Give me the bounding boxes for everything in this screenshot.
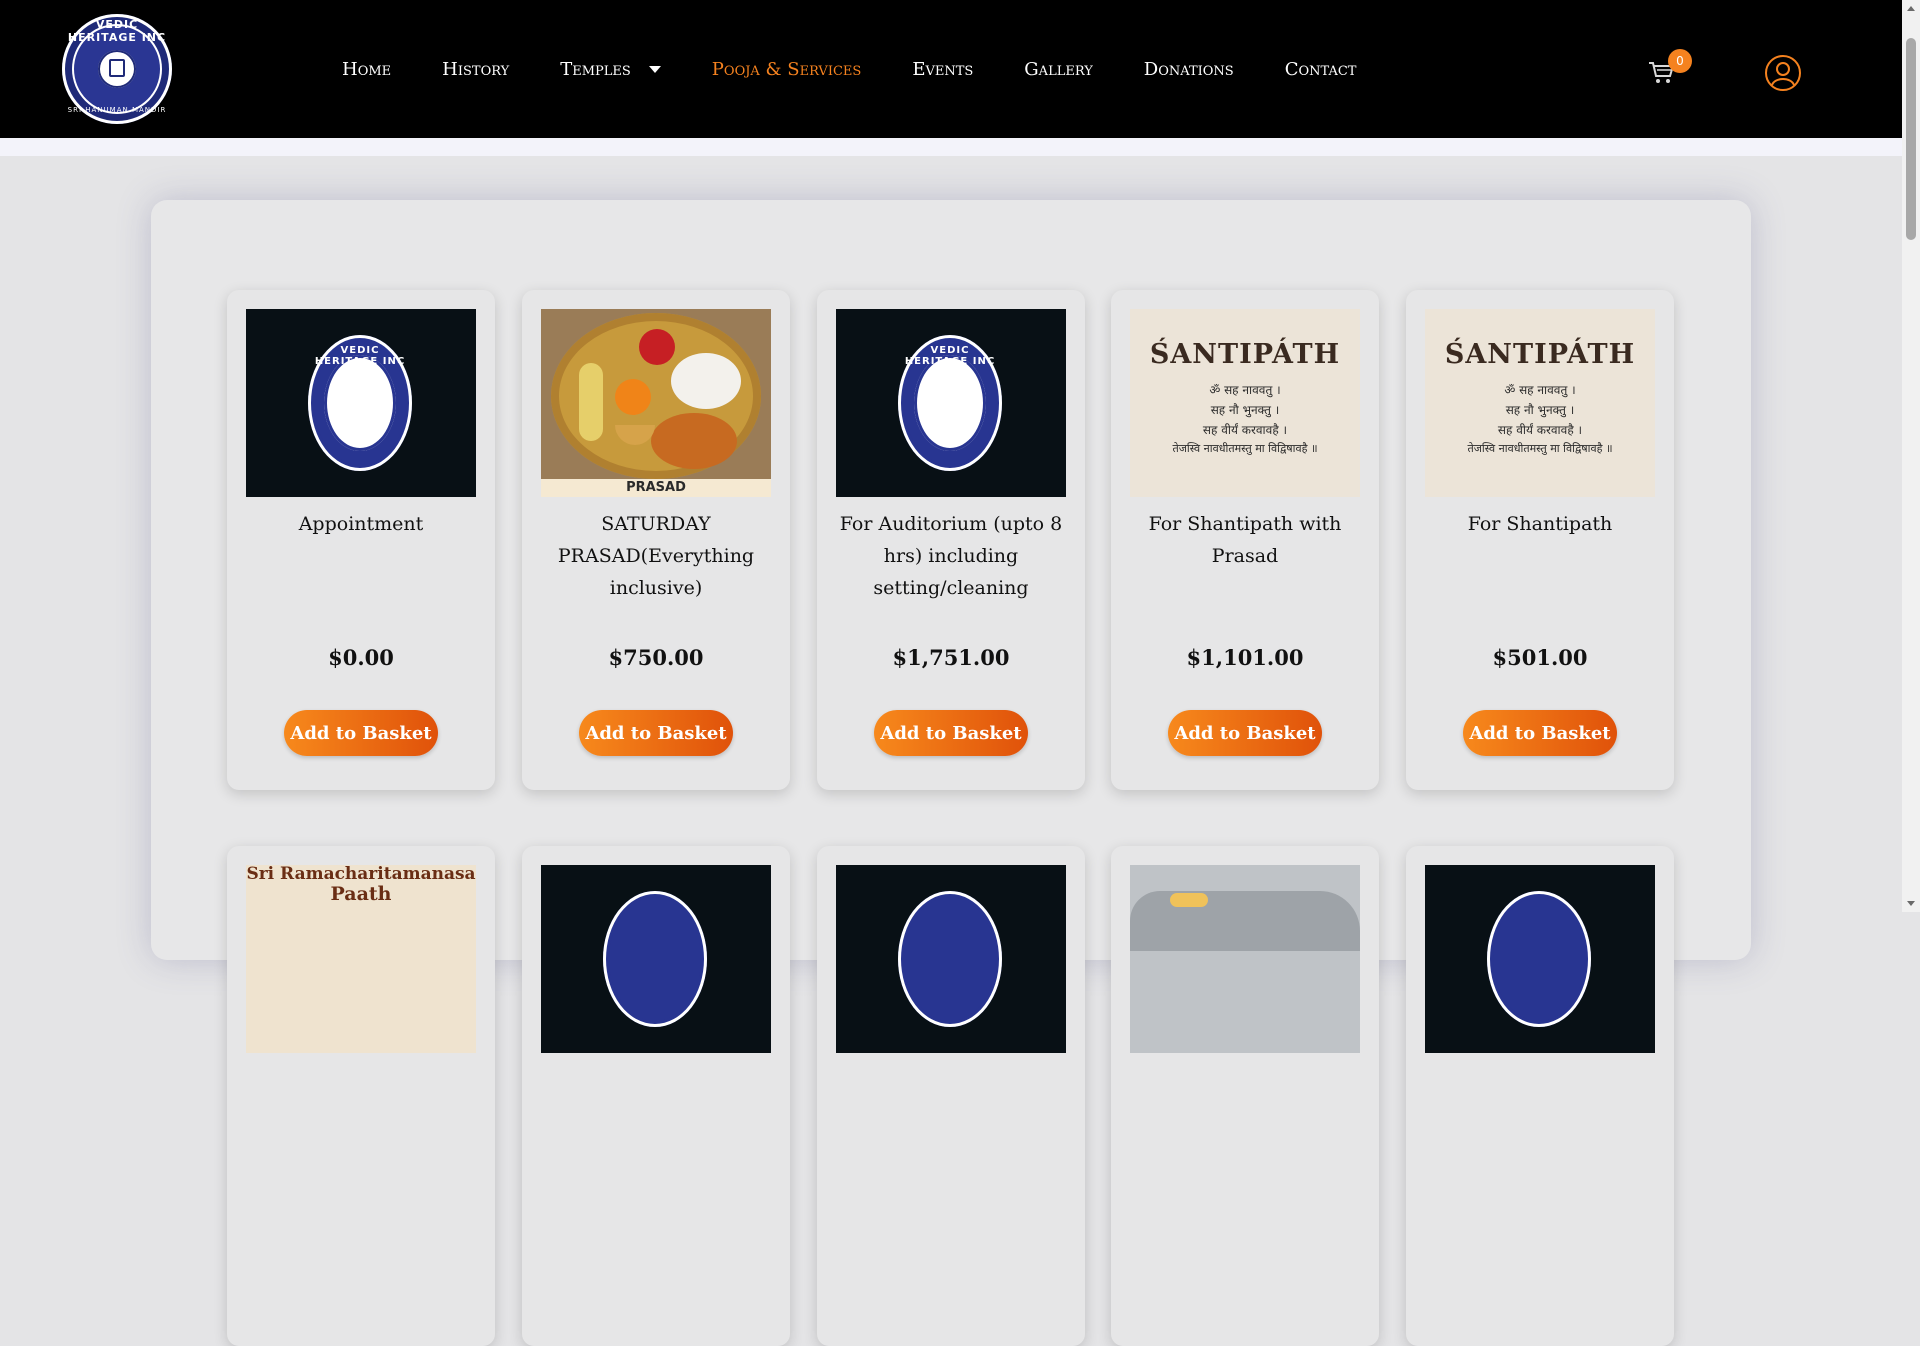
seal-text: VEDIC HERITAGE INC [314,345,406,367]
service-price: $501.00 [1492,645,1588,670]
santipath-line: ॐ सह नाववतु । [1209,383,1281,397]
seal-center [324,355,396,451]
santipath-title: ŚANTIPÁTH [1444,339,1636,370]
ramacharitamanasa-subtitle: Paath [330,883,392,905]
service-card [1111,846,1379,1346]
service-price: $1,101.00 [1186,645,1304,670]
main-nav: Home History Temples Pooja & Services Ev… [342,56,1407,82]
services-panel: VEDIC HERITAGE INC Appointment $0.00 Add… [151,200,1751,1346]
service-image-logo[interactable]: VEDIC HERITAGE INC [246,309,476,497]
vedic-heritage-seal-icon [898,891,1002,1027]
santipath-line: ॐ सह नाववतु । [1504,383,1576,397]
site-header: VEDIC HERITAGE INC SRI HANUMAN MANDIR Ho… [0,0,1902,138]
car-headlight [1170,893,1208,907]
service-card: PRASAD SATURDAY PRASAD(Everything inclus… [522,290,790,790]
santipath-line: सह वीर्यं करवावहै । [1202,423,1288,437]
prasad-plate [551,313,761,479]
service-image-prasad[interactable]: PRASAD [541,309,771,497]
cart-count-badge: 0 [1668,49,1692,73]
vedic-heritage-seal-icon [1487,891,1591,1027]
santipath-line: सह नौ भुनक्तु । [1505,403,1575,417]
car-icon [1130,891,1360,951]
orange [615,379,651,415]
rice [671,353,741,409]
book-star-emblem-icon [98,50,136,88]
service-image-logo[interactable] [1425,865,1655,1053]
add-to-basket-button[interactable]: Add to Basket [874,710,1028,756]
vedic-heritage-logo[interactable]: VEDIC HERITAGE INC SRI HANUMAN MANDIR [62,14,172,124]
service-image-santipath[interactable]: ŚANTIPÁTH ॐ सह नाववतु । सह नौ भुनक्तु । … [1425,309,1655,497]
prasad-caption: PRASAD [541,479,771,497]
santipath-title: ŚANTIPÁTH [1149,339,1341,370]
santipath-line: सह वीर्यं करवावहै । [1497,423,1583,437]
nav-events[interactable]: Events [912,59,973,80]
service-title[interactable]: For Shantipath with Prasad [1125,508,1365,572]
service-card: Sri Ramacharitamanasa Paath [227,846,495,1346]
nav-home[interactable]: Home [342,59,391,80]
service-card [817,846,1085,1346]
nav-pooja-services[interactable]: Pooja & Services [712,59,862,80]
service-image-santipath[interactable]: ŚANTIPÁTH ॐ सह नाववतु । सह नौ भुनक्तु । … [1130,309,1360,497]
service-card [522,846,790,1346]
service-card: ŚANTIPÁTH ॐ सह नाववतु । सह नौ भुनक्तु । … [1111,290,1379,790]
add-to-basket-button[interactable]: Add to Basket [284,710,438,756]
service-image-logo[interactable]: VEDIC HERITAGE INC [836,309,1066,497]
chevron-down-icon[interactable] [648,65,661,73]
scroll-up-arrow-icon[interactable] [1907,6,1915,11]
logo-bottom-text: SRI HANUMAN MANDIR [67,106,167,114]
ramacharitamanasa-title: Sri Ramacharitamanasa [246,865,476,884]
service-image-logo[interactable] [541,865,771,1053]
seal-text: VEDIC HERITAGE INC [904,345,996,367]
service-card: VEDIC HERITAGE INC For Auditorium (upto … [817,290,1085,790]
apple [639,329,675,365]
vedic-heritage-seal-icon [603,891,707,1027]
logo-top-text: VEDIC HERITAGE INC [67,18,167,44]
vedic-heritage-seal-icon: VEDIC HERITAGE INC [898,335,1002,471]
service-price: $0.00 [328,645,394,670]
service-image-logo[interactable] [836,865,1066,1053]
add-to-basket-button[interactable]: Add to Basket [1463,710,1617,756]
add-to-basket-button[interactable]: Add to Basket [579,710,733,756]
service-image-ramacharitamanasa[interactable]: Sri Ramacharitamanasa Paath [246,865,476,1053]
service-price: $1,751.00 [892,645,1010,670]
nav-contact[interactable]: Contact [1285,59,1357,80]
service-card [1406,846,1674,1346]
scroll-thumb[interactable] [1906,38,1916,240]
nav-donations[interactable]: Donations [1144,59,1234,80]
nav-gallery[interactable]: Gallery [1024,59,1093,80]
service-title[interactable]: For Shantipath [1420,508,1660,540]
add-to-basket-button[interactable]: Add to Basket [1168,710,1322,756]
santipath-line: तेजस्वि नावधीतमस्तु मा विद्विषावहै ॥ [1467,442,1613,455]
service-price: $750.00 [608,645,704,670]
seal-center [914,355,986,451]
sweet-dish [651,413,737,469]
user-account-icon[interactable] [1764,54,1802,92]
service-title[interactable]: Appointment [241,508,481,540]
service-card: VEDIC HERITAGE INC Appointment $0.00 Add… [227,290,495,790]
santipath-line: सह नौ भुनक्तु । [1210,403,1280,417]
vedic-heritage-seal-icon: VEDIC HERITAGE INC [308,335,412,471]
nav-temples[interactable]: Temples [560,59,661,80]
nav-history[interactable]: History [442,59,509,80]
service-card: ŚANTIPÁTH ॐ सह नाववतु । सह नौ भुनक्तु । … [1406,290,1674,790]
service-title[interactable]: SATURDAY PRASAD(Everything inclusive) [536,508,776,604]
sub-header-strip [0,138,1902,156]
page-scrollbar[interactable] [1902,0,1920,912]
service-title[interactable]: For Auditorium (upto 8 hrs) including se… [831,508,1071,604]
scroll-down-arrow-icon[interactable] [1907,901,1915,906]
diya-lamp-icon [615,425,655,445]
service-image-car[interactable] [1130,865,1360,1053]
banana [579,363,603,441]
santipath-line: तेजस्वि नावधीतमस्तु मा विद्विषावहै ॥ [1172,442,1318,455]
